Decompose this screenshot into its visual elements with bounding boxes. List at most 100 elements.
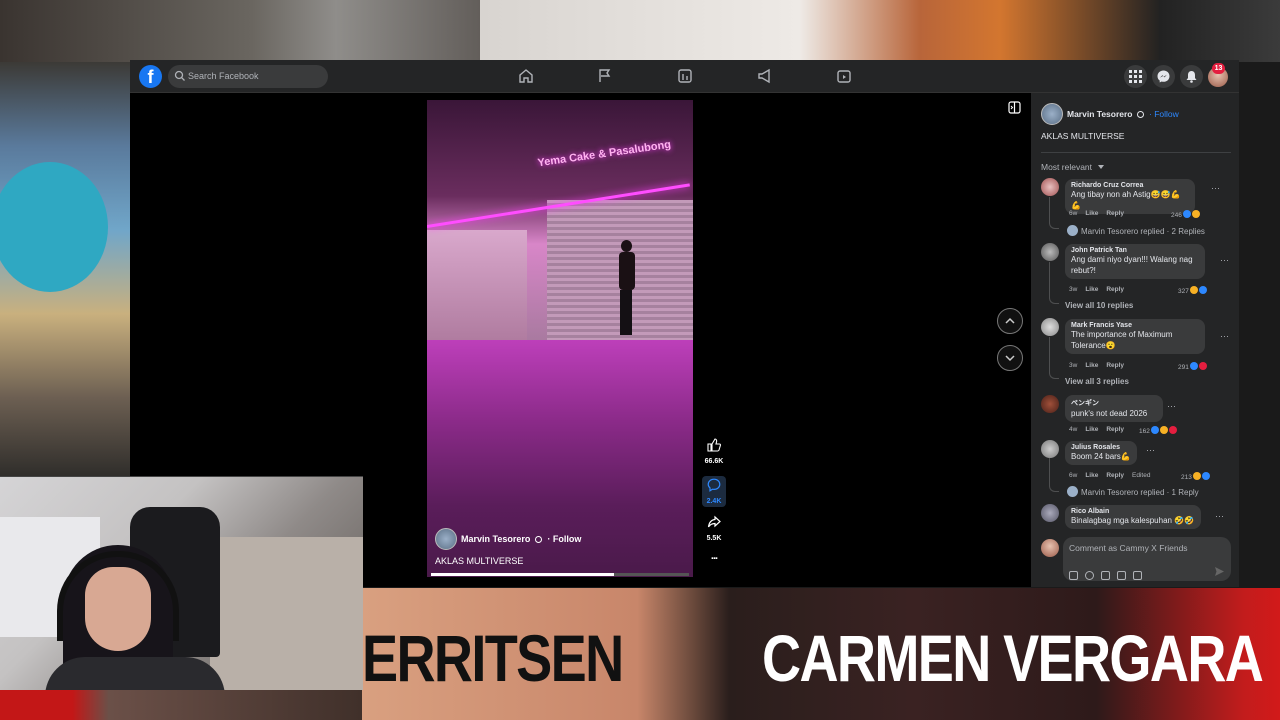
view-all-replies-link[interactable]: View all 3 replies: [1065, 377, 1129, 386]
panel-author-avatar[interactable]: [1041, 103, 1063, 125]
comment-reactions[interactable]: 213: [1181, 472, 1210, 481]
notification-badge: 13: [1212, 63, 1225, 74]
comment-reply-button[interactable]: Reply: [1106, 362, 1124, 369]
replies-link[interactable]: Marvin Tesorero replied · 1 Reply: [1067, 486, 1199, 497]
video-author-avatar[interactable]: [435, 528, 457, 550]
comment-like-button[interactable]: Like: [1085, 362, 1098, 369]
avatar-sticker-icon[interactable]: [1069, 571, 1078, 580]
comment-avatar[interactable]: [1041, 440, 1059, 458]
comment-time: 3w: [1069, 286, 1078, 293]
home-icon[interactable]: [518, 68, 534, 84]
reaction-count: 213: [1181, 474, 1192, 481]
stream-background-bottom-left: [0, 690, 362, 720]
flag-icon[interactable]: [597, 68, 613, 84]
comment-reply-button[interactable]: Reply: [1106, 286, 1124, 293]
marketplace-icon[interactable]: [677, 68, 693, 84]
comment-reactions[interactable]: 162: [1139, 426, 1177, 435]
gaming-icon[interactable]: [836, 68, 852, 84]
emoji-icon[interactable]: [1085, 571, 1094, 580]
menu-grid-icon[interactable]: [1124, 65, 1147, 88]
comment-options-button[interactable]: ···: [1220, 331, 1229, 341]
comment-reactions[interactable]: 246: [1171, 210, 1200, 219]
replies-text[interactable]: Marvin Tesorero replied · 2 Replies: [1081, 227, 1205, 236]
video-scene-person: [617, 240, 635, 335]
sort-dropdown[interactable]: Most relevant: [1041, 162, 1105, 172]
comment-reactions[interactable]: 291: [1178, 362, 1207, 371]
comment-edited-label: Edited: [1132, 472, 1151, 479]
webcam-streamer: [45, 537, 225, 690]
camera-icon[interactable]: [1101, 571, 1110, 580]
comment-author[interactable]: Mark Francis Yase: [1071, 322, 1199, 329]
video-follow-button[interactable]: · Follow: [547, 534, 581, 544]
comment-text: Boom 24 bars💪: [1071, 452, 1131, 461]
comment-avatar[interactable]: [1041, 243, 1059, 261]
comment-meta: 3w Like Reply: [1069, 286, 1132, 293]
comment-avatar[interactable]: [1041, 318, 1059, 336]
comment-reply-button[interactable]: Reply: [1106, 426, 1124, 433]
messenger-icon[interactable]: [1152, 65, 1175, 88]
comment-time: 6w: [1069, 472, 1078, 479]
comment-meta: 6w Like Reply: [1069, 210, 1132, 217]
comment-author[interactable]: Richardo Cruz Correa: [1071, 182, 1189, 189]
next-video-button[interactable]: [997, 345, 1023, 371]
panel-author-name[interactable]: Marvin Tesorero: [1067, 109, 1133, 119]
comment-options-button[interactable]: ···: [1215, 511, 1224, 521]
comment-avatar[interactable]: [1041, 504, 1059, 522]
video-progress-fill: [431, 573, 615, 576]
more-options-button[interactable]: ...: [702, 550, 726, 562]
view-all-replies-link[interactable]: View all 10 replies: [1065, 301, 1133, 310]
panel-follow-button[interactable]: · Follow: [1149, 109, 1179, 119]
replies-text[interactable]: Marvin Tesorero replied · 1 Reply: [1081, 488, 1199, 497]
comment-button[interactable]: 2.4K: [702, 476, 726, 507]
replies-link[interactable]: Marvin Tesorero replied · 2 Replies: [1067, 225, 1205, 236]
comment-bubble: Rico Albain Binalagbag mga kalespuhan 🤣🤣: [1065, 505, 1201, 529]
share-button[interactable]: 5.5K: [702, 515, 726, 542]
video-author-name[interactable]: Marvin Tesorero: [461, 534, 530, 544]
video-caption: AKLAS MULTIVERSE: [435, 556, 524, 566]
sort-label: Most relevant: [1041, 162, 1093, 172]
panel-caption: AKLAS MULTIVERSE: [1041, 131, 1125, 141]
thread-line: [1049, 197, 1059, 229]
facebook-logo[interactable]: f: [139, 65, 162, 88]
comment-like-button[interactable]: Like: [1085, 426, 1098, 433]
comment-bubble: Mark Francis Yase The importance of Maxi…: [1065, 319, 1205, 354]
video-progress-bar[interactable]: [431, 573, 689, 576]
comment-options-button[interactable]: ···: [1211, 183, 1220, 193]
comment-input[interactable]: Comment as Cammy X Friends: [1063, 537, 1231, 581]
search-box[interactable]: Search Facebook: [168, 65, 328, 88]
search-icon: [174, 70, 185, 81]
thread-line: [1049, 262, 1059, 304]
comment-options-button[interactable]: ···: [1167, 401, 1176, 411]
reaction-count: 291: [1178, 364, 1189, 371]
comment-options-button[interactable]: ···: [1220, 255, 1229, 265]
bell-icon[interactable]: [1180, 65, 1203, 88]
comment-reply-button[interactable]: Reply: [1106, 210, 1124, 217]
gif-icon[interactable]: [1117, 571, 1126, 580]
like-button[interactable]: 66.6K: [702, 438, 726, 465]
comment-like-button[interactable]: Like: [1085, 472, 1098, 479]
reel-video[interactable]: Yema Cake & Pasalubong Marvin Tesorero ·…: [427, 100, 693, 577]
comment-reply-button[interactable]: Reply: [1106, 472, 1124, 479]
search-input[interactable]: Search Facebook: [188, 71, 259, 81]
collapse-panel-icon[interactable]: [1008, 101, 1021, 114]
send-icon[interactable]: [1215, 567, 1224, 576]
comment-like-button[interactable]: Like: [1085, 210, 1098, 217]
comment-avatar[interactable]: [1041, 178, 1059, 196]
stream-background-top-left: [0, 0, 560, 62]
previous-video-button[interactable]: [997, 308, 1023, 334]
panel-divider: [1041, 152, 1231, 153]
comment-author[interactable]: Rico Albain: [1071, 508, 1195, 515]
comment-like-button[interactable]: Like: [1085, 286, 1098, 293]
comment-options-button[interactable]: ···: [1146, 445, 1155, 455]
comment-avatar[interactable]: [1041, 395, 1059, 413]
comment-reactions[interactable]: 327: [1178, 286, 1207, 295]
comment-bubble: John Patrick Tan Ang dami niyo dyan!!! W…: [1065, 244, 1205, 279]
comment-author[interactable]: John Patrick Tan: [1071, 247, 1199, 254]
megaphone-icon[interactable]: [757, 68, 773, 84]
comment-author[interactable]: Julius Rosales: [1071, 444, 1131, 451]
comment-author[interactable]: ペンギン: [1071, 398, 1157, 408]
sticker-icon[interactable]: [1133, 571, 1142, 580]
video-author-line[interactable]: Marvin Tesorero · Follow: [461, 534, 581, 544]
comment-text: Binalagbag mga kalespuhan 🤣🤣: [1071, 516, 1195, 525]
chevron-up-icon: [1005, 317, 1015, 324]
